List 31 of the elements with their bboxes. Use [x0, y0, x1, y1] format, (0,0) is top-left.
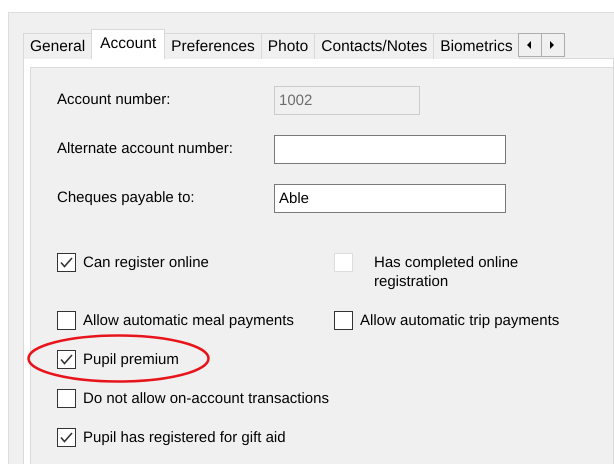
field-label: Account number:: [57, 90, 172, 110]
tab[interactable]: Account: [91, 29, 166, 59]
checkbox-label: Pupil premium: [83, 350, 179, 369]
field-label: Alternate account number:: [57, 139, 234, 160]
input-field[interactable]: [274, 135, 506, 164]
tab[interactable]: General: [23, 33, 92, 59]
tab[interactable]: Contacts/Notes: [314, 33, 434, 59]
checkmark-icon: [60, 257, 73, 268]
checkbox-label: Do not allow on-account transactions: [83, 389, 329, 408]
checkbox[interactable]: [57, 389, 76, 408]
checkbox-label: Has completed online registration: [374, 253, 520, 291]
tab[interactable]: Preferences: [164, 33, 262, 59]
checkbox[interactable]: [334, 311, 353, 330]
tab[interactable]: Biometrics: [433, 33, 520, 59]
triangle-icon: [527, 40, 532, 50]
scroll-left-button[interactable]: [518, 33, 542, 57]
checkbox-label: Pupil has registered for gift aid: [83, 428, 286, 447]
checkmark-icon: [60, 354, 73, 365]
checkbox[interactable]: [57, 311, 76, 330]
checkmark-icon: [60, 432, 73, 443]
scroll-right-button[interactable]: [540, 33, 565, 57]
input-field[interactable]: Able: [274, 184, 506, 213]
checkbox-label: Can register online: [83, 253, 209, 272]
checkbox-label: Allow automatic meal payments: [83, 311, 294, 330]
checkbox-label: Allow automatic trip payments: [360, 311, 560, 330]
triangle-icon: [550, 40, 556, 50]
field-label: Cheques payable to:: [57, 188, 196, 208]
checkbox[interactable]: [57, 428, 76, 447]
checkbox[interactable]: [57, 253, 76, 272]
tab[interactable]: Photo: [260, 33, 316, 59]
checkbox[interactable]: [57, 350, 76, 369]
